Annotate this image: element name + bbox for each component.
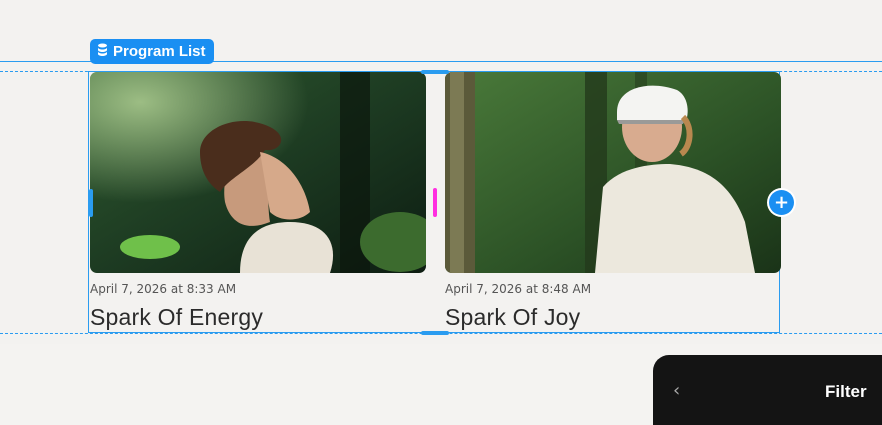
program-card-image [90, 72, 426, 273]
gap-handle[interactable] [433, 188, 437, 217]
program-card-title[interactable]: Spark Of Joy [445, 304, 781, 331]
component-tag-label: Program List [113, 43, 206, 60]
resize-handle-left[interactable] [89, 189, 93, 217]
chevron-left-icon[interactable]: ‹ [673, 380, 680, 401]
program-card-date: April 7, 2026 at 8:48 AM [445, 282, 592, 296]
filter-panel: ‹ Filter [653, 355, 882, 425]
program-card-title[interactable]: Spark Of Energy [90, 304, 426, 331]
program-card[interactable]: April 7, 2026 at 8:48 AM Spark Of Joy [445, 72, 781, 331]
program-card-date: April 7, 2026 at 8:33 AM [90, 282, 237, 296]
component-tag[interactable]: Program List [90, 39, 214, 64]
program-card-image [445, 72, 781, 273]
plus-icon: + [773, 191, 790, 213]
resize-handle-bottom[interactable] [421, 331, 449, 335]
filter-panel-title: Filter [825, 382, 867, 401]
resize-handle-top[interactable] [421, 70, 449, 74]
database-icon [97, 43, 108, 60]
program-card[interactable]: April 7, 2026 at 8:33 AM Spark Of Energy [90, 72, 426, 331]
add-item-button[interactable]: + [769, 190, 794, 215]
